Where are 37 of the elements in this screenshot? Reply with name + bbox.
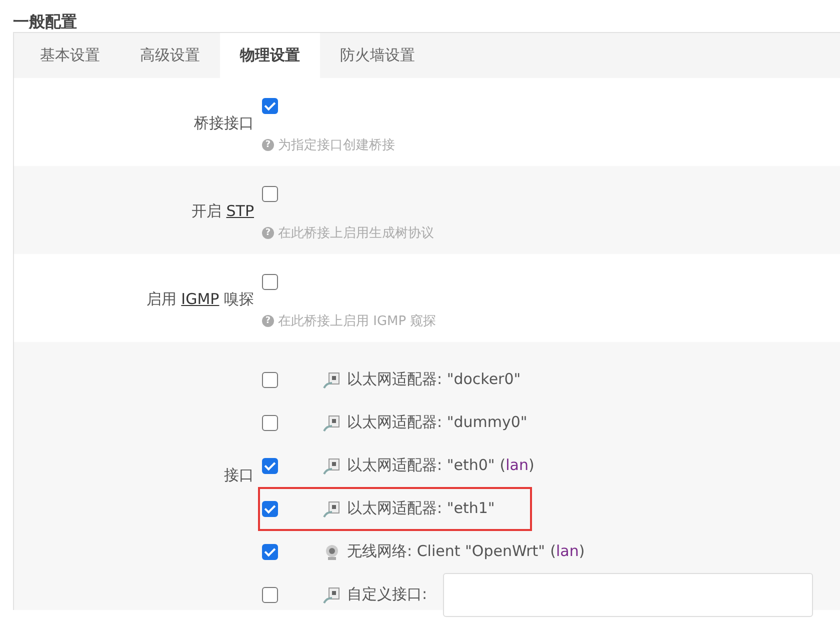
- checkbox[interactable]: [262, 458, 278, 474]
- checkbox[interactable]: [262, 372, 278, 388]
- help-icon: ?: [262, 227, 274, 239]
- checkbox[interactable]: [262, 274, 278, 290]
- network-adapter-icon: [323, 456, 341, 474]
- option-label: 启用 IGMP 嗅探: [145, 289, 255, 310]
- interface-label: 自定义接口:: [347, 585, 428, 604]
- tab[interactable]: 高级设置: [120, 33, 220, 78]
- help-icon: ?: [262, 139, 274, 151]
- help-text: 在此桥接上启用生成树协议: [278, 225, 434, 242]
- network-adapter-icon: [323, 370, 341, 388]
- tab[interactable]: 基本设置: [20, 33, 120, 78]
- option-label: 桥接接口: [193, 113, 255, 134]
- checkbox[interactable]: [262, 186, 278, 202]
- network-adapter-icon: [323, 414, 341, 432]
- option-label: 开启 STP: [190, 201, 255, 222]
- tab[interactable]: 防火墙设置: [320, 33, 435, 78]
- checkbox[interactable]: [262, 414, 278, 430]
- interface-label: 以太网适配器: "eth0" (lan): [347, 456, 534, 475]
- checkbox[interactable]: [262, 544, 278, 560]
- custom-interface-field[interactable]: [443, 572, 814, 616]
- section-title: 一般配置: [12, 11, 78, 32]
- checkbox[interactable]: [262, 500, 278, 516]
- help-text: 为指定接口创建桥接: [278, 137, 395, 154]
- checkbox[interactable]: [262, 586, 278, 602]
- network-adapter-icon: [323, 500, 341, 518]
- interface-label: 以太网适配器: "docker0": [347, 370, 521, 389]
- wireless-icon: [323, 542, 341, 560]
- interface-label: 以太网适配器: "eth1": [347, 499, 495, 518]
- checkbox[interactable]: [262, 98, 278, 114]
- interface-label: 以太网适配器: "dummy0": [347, 413, 528, 432]
- network-adapter-icon: [323, 586, 341, 604]
- help-icon: ?: [262, 315, 274, 327]
- tab[interactable]: 物理设置: [220, 33, 320, 78]
- help-text: 在此桥接上启用 IGMP 窥探: [278, 313, 436, 330]
- interface-label: 无线网络: Client "OpenWrt" (lan): [347, 542, 585, 561]
- option-label: 接口: [223, 465, 255, 486]
